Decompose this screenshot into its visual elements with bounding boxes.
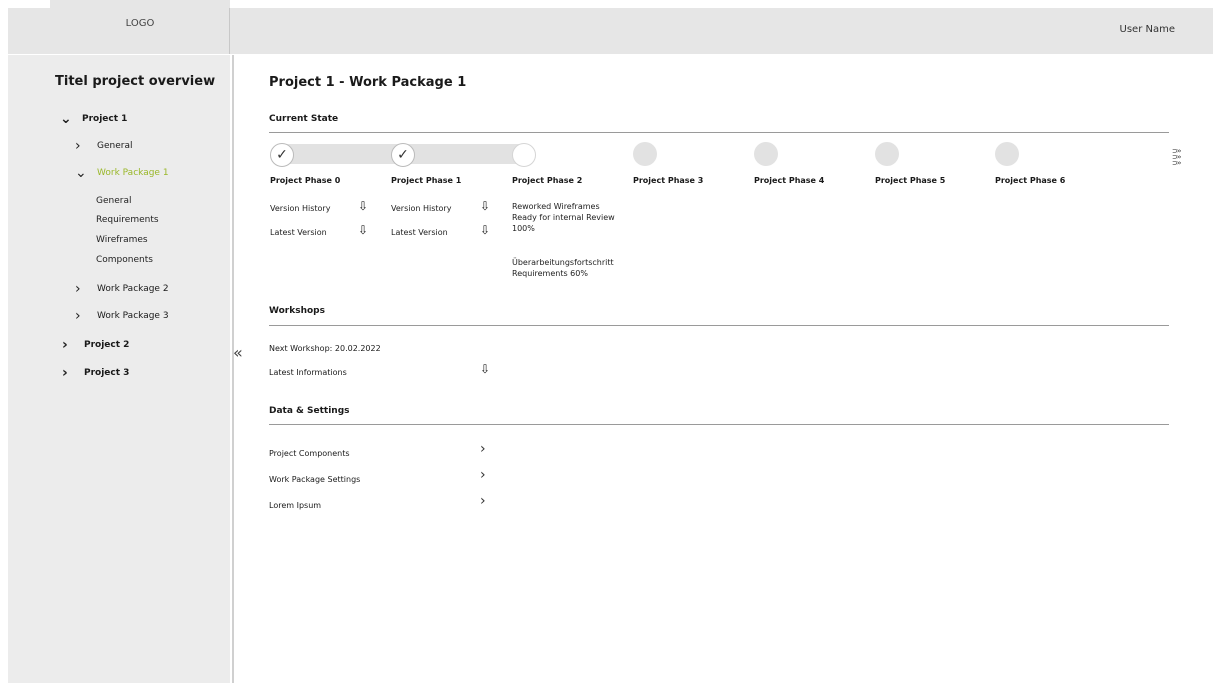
phase-4-status-icon[interactable] — [754, 142, 778, 166]
sidebar-item-general[interactable]: General — [96, 196, 131, 206]
settings-item-project-components[interactable]: Project Components — [269, 449, 350, 458]
logo-divider — [229, 8, 230, 54]
phase-2-note: Requirements 60% — [512, 269, 588, 278]
chevron-right-icon[interactable]: › — [480, 493, 486, 509]
tree-label: General — [97, 141, 133, 151]
tree-label: Project 1 — [82, 114, 128, 124]
download-icon[interactable]: ⇩ — [358, 223, 368, 237]
sidebar-item-requirements[interactable]: Requirements — [96, 215, 159, 225]
phase-2-note: Ready for internal Review — [512, 213, 615, 222]
more-phases-icon[interactable]: ⊃›› ⊃›› ⊃›› — [1172, 148, 1182, 167]
tree-label: Project 2 — [84, 340, 130, 350]
divider — [269, 132, 1169, 133]
sidebar-title: Titel project overview — [55, 74, 216, 89]
data-settings-heading: Data & Settings — [269, 406, 350, 416]
tree-item-project-3[interactable]: › Project 3 — [62, 365, 130, 381]
phase-6-status-icon[interactable] — [995, 142, 1019, 166]
phase-label-0: Project Phase 0 — [270, 176, 341, 185]
phase-1-version-history: Version History — [391, 204, 452, 213]
download-icon[interactable]: ⇩ — [480, 223, 490, 237]
current-state-heading: Current State — [269, 114, 339, 124]
chevron-right-icon: › — [75, 138, 81, 154]
phase-0-version-history: Version History — [270, 204, 331, 213]
tree-item-general[interactable]: › General — [75, 138, 133, 154]
tree-label: Work Package 3 — [97, 311, 169, 321]
phase-2-note: 100% — [512, 224, 535, 233]
phase-0-latest-version: Latest Version — [270, 228, 327, 237]
tree-label: Work Package 1 — [97, 168, 169, 178]
divider — [269, 424, 1169, 425]
tree-label: Work Package 2 — [97, 284, 169, 294]
sidebar-item-components[interactable]: Components — [96, 255, 153, 265]
phase-label-3: Project Phase 3 — [633, 176, 704, 185]
phase-1-latest-version: Latest Version — [391, 228, 448, 237]
tree-item-work-package-3[interactable]: › Work Package 3 — [75, 308, 169, 324]
phase-label-2: Project Phase 2 — [512, 176, 583, 185]
chevron-right-icon[interactable]: › — [480, 467, 486, 483]
latest-informations: Latest Informations — [269, 368, 347, 377]
chevron-down-icon: ⌄ — [75, 165, 87, 181]
tree-item-project-1[interactable]: ⌄ Project 1 — [60, 111, 128, 127]
sidebar-item-wireframes[interactable]: Wireframes — [96, 235, 148, 245]
chevron-right-icon: › — [75, 308, 81, 324]
phase-3-status-icon[interactable] — [633, 142, 657, 166]
phase-5-status-icon[interactable] — [875, 142, 899, 166]
logo-text: LOGO — [125, 17, 155, 29]
download-icon[interactable]: ⇩ — [480, 199, 490, 213]
phase-label-1: Project Phase 1 — [391, 176, 462, 185]
phase-2-status-icon[interactable] — [512, 143, 536, 167]
download-icon[interactable]: ⇩ — [480, 362, 490, 376]
chevron-right-icon: › — [62, 337, 68, 353]
chevron-right-icon[interactable]: › — [480, 441, 486, 457]
tree-item-work-package-2[interactable]: › Work Package 2 — [75, 281, 169, 297]
tree-item-project-2[interactable]: › Project 2 — [62, 337, 130, 353]
chevron-down-icon: ⌄ — [60, 111, 72, 127]
phase-2-note: Überarbeitungsfortschritt — [512, 258, 614, 267]
download-icon[interactable]: ⇩ — [358, 199, 368, 213]
chevron-right-icon: › — [75, 281, 81, 297]
phase-label-4: Project Phase 4 — [754, 176, 825, 185]
tree-item-work-package-1[interactable]: ⌄ Work Package 1 — [75, 165, 169, 181]
phase-label-5: Project Phase 5 — [875, 176, 946, 185]
phase-2-note: Reworked Wireframes — [512, 202, 600, 211]
phase-0-check-icon[interactable]: ✓ — [270, 143, 294, 167]
phase-label-6: Project Phase 6 — [995, 176, 1066, 185]
workshops-heading: Workshops — [269, 306, 325, 316]
chevron-right-icon: › — [62, 365, 68, 381]
tree-label: Project 3 — [84, 368, 130, 378]
divider — [269, 325, 1169, 326]
page-title: Project 1 - Work Package 1 — [269, 75, 467, 90]
sidebar-border — [232, 55, 234, 683]
user-name[interactable]: User Name — [1120, 24, 1175, 35]
phase-1-check-icon[interactable]: ✓ — [391, 143, 415, 167]
settings-item-work-package-settings[interactable]: Work Package Settings — [269, 475, 360, 484]
logo[interactable]: LOGO — [50, 0, 230, 46]
collapse-sidebar-icon[interactable]: « — [233, 343, 243, 362]
next-workshop: Next Workshop: 20.02.2022 — [269, 344, 381, 353]
settings-item-lorem-ipsum[interactable]: Lorem Ipsum — [269, 501, 321, 510]
